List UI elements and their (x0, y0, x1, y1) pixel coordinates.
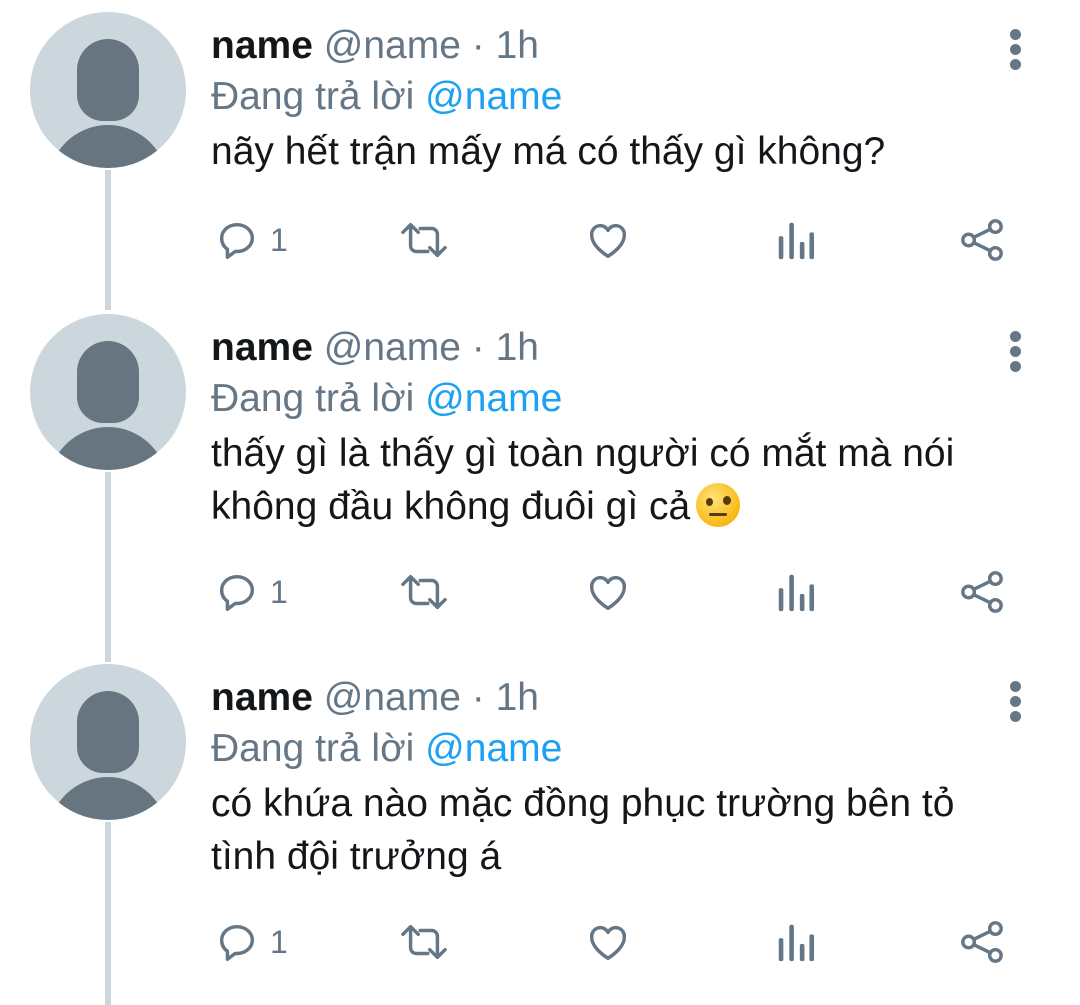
share-button[interactable] (958, 215, 1006, 265)
retweet-button[interactable] (398, 215, 450, 265)
thread-line (105, 822, 111, 1005)
retweet-button[interactable] (398, 567, 450, 617)
analytics-button[interactable] (776, 567, 816, 617)
display-name[interactable]: name (211, 326, 313, 369)
default-avatar-icon[interactable] (30, 314, 186, 470)
share-button[interactable] (958, 917, 1006, 967)
analytics-icon (778, 222, 815, 260)
reply-mention-link[interactable]: @name (425, 377, 562, 420)
reply-count: 1 (270, 573, 288, 610)
replying-to: Đang trả lời @name (211, 73, 562, 121)
tweet-actions: 1 (0, 215, 1080, 265)
tweet-text: thấy gì là thấy gì toàn người có mắt mà … (211, 427, 1051, 533)
like-icon (589, 223, 627, 259)
more-icon[interactable] (1006, 681, 1026, 723)
tweet-text-line: thấy gì là thấy gì toàn người có mắt mà … (211, 432, 955, 475)
tweet-text-line: không đầu không đuôi gì cả (211, 485, 691, 528)
tweet-text-line: tình đội trưởng á (211, 835, 502, 878)
replying-to-label: Đang trả lời (211, 377, 415, 420)
default-avatar-icon[interactable] (30, 12, 186, 168)
reply-count: 1 (270, 923, 288, 960)
analytics-button[interactable] (776, 215, 816, 265)
tweet-header: name @name · 1h (211, 22, 539, 70)
replying-to: Đang trả lời @name (211, 725, 562, 773)
separator-dot: · (471, 326, 485, 369)
share-icon (961, 921, 1003, 963)
share-icon (961, 571, 1003, 613)
reply-button[interactable]: 1 (214, 215, 288, 265)
share-icon (961, 219, 1003, 261)
reply-button[interactable]: 1 (214, 567, 288, 617)
retweet-icon (401, 924, 447, 960)
tweet-header: name @name · 1h (211, 324, 539, 372)
tweet-header: name @name · 1h (211, 674, 539, 722)
replying-to-label: Đang trả lời (211, 75, 415, 118)
tweet-text: có khứa nào mặc đồng phục trường bên tỏ … (211, 777, 1051, 883)
more-icon[interactable] (1006, 331, 1026, 373)
like-icon (589, 925, 627, 961)
display-name[interactable]: name (211, 676, 313, 719)
retweet-icon (401, 222, 447, 258)
reply-mention-link[interactable]: @name (425, 727, 562, 770)
timestamp[interactable]: 1h (496, 326, 539, 369)
reply-button[interactable]: 1 (214, 917, 288, 967)
default-avatar-icon[interactable] (30, 664, 186, 820)
display-name[interactable]: name (211, 24, 313, 67)
share-button[interactable] (958, 567, 1006, 617)
user-handle[interactable]: @name (324, 326, 461, 369)
tweet-text-line: nãy hết trận mấy má có thấy gì không? (211, 130, 886, 173)
replying-to-label: Đang trả lời (211, 727, 415, 770)
reply-count: 1 (270, 221, 288, 258)
more-icon[interactable] (1006, 29, 1026, 71)
tweet-text-line-with-emoji: không đầu không đuôi gì cả (211, 480, 1051, 533)
timestamp[interactable]: 1h (496, 24, 539, 67)
retweet-button[interactable] (398, 917, 450, 967)
replying-to: Đang trả lời @name (211, 375, 562, 423)
tweet-text-line: có khứa nào mặc đồng phục trường bên tỏ (211, 782, 955, 825)
separator-dot: · (471, 676, 485, 719)
reply-mention-link[interactable]: @name (425, 75, 562, 118)
separator-dot: · (471, 24, 485, 67)
face-with-raised-eyebrow-emoji-icon (696, 483, 741, 527)
analytics-button[interactable] (776, 917, 816, 967)
user-handle[interactable]: @name (324, 676, 461, 719)
like-button[interactable] (584, 567, 632, 617)
timestamp[interactable]: 1h (496, 676, 539, 719)
reply-icon (219, 924, 255, 961)
analytics-icon (778, 924, 815, 962)
analytics-icon (778, 574, 815, 612)
user-handle[interactable]: @name (324, 24, 461, 67)
like-icon (589, 575, 627, 611)
tweet-text: nãy hết trận mấy má có thấy gì không? (211, 125, 1051, 178)
like-button[interactable] (584, 917, 632, 967)
tweet-actions: 1 (0, 917, 1080, 967)
like-button[interactable] (584, 215, 632, 265)
reply-icon (219, 574, 255, 611)
retweet-icon (401, 574, 447, 610)
tweet-actions: 1 (0, 567, 1080, 617)
reply-icon (219, 222, 255, 259)
